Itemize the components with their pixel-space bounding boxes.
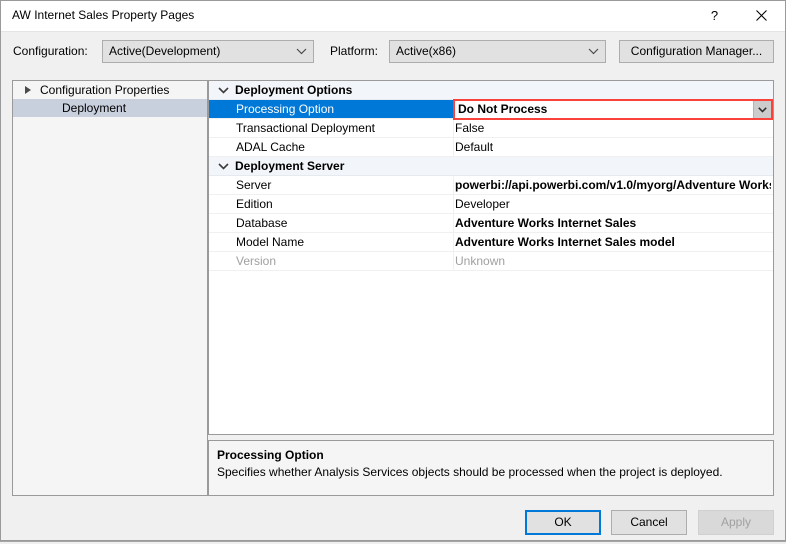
property-name: Model Name <box>236 235 305 249</box>
description-body: Specifies whether Analysis Services obje… <box>217 465 723 479</box>
property-pages-dialog: AW Internet Sales Property Pages ? Confi… <box>0 0 786 541</box>
help-button[interactable]: ? <box>692 1 737 30</box>
configuration-manager-button[interactable]: Configuration Manager... <box>619 40 774 63</box>
tree-root-label: Configuration Properties <box>40 83 170 97</box>
property-value: powerbi://api.powerbi.com/v1.0/myorg/Adv… <box>455 178 771 192</box>
dropdown-button[interactable] <box>753 101 771 118</box>
configuration-bar: Configuration: Active(Development) Platf… <box>1 32 785 70</box>
property-category-row[interactable]: Deployment Server <box>209 157 773 176</box>
tree-item-deployment[interactable]: Deployment <box>13 99 207 117</box>
platform-label: Platform: <box>330 44 379 58</box>
property-row[interactable]: Model Name Adventure Works Internet Sales… <box>209 233 773 252</box>
property-name: Version <box>236 254 277 268</box>
property-name: Database <box>236 216 288 230</box>
property-row[interactable]: ADAL Cache Default <box>209 138 773 157</box>
property-name: Transactional Deployment <box>236 121 375 135</box>
title-bar: AW Internet Sales Property Pages ? <box>1 1 785 32</box>
property-row[interactable]: Server powerbi://api.powerbi.com/v1.0/myo… <box>209 176 773 195</box>
property-category-label: Deployment Options <box>235 83 353 97</box>
property-row[interactable]: Processing Option Do Not Process <box>209 99 773 120</box>
property-name: Edition <box>236 197 273 211</box>
property-grid-rows: Deployment Options Processing Option Do No… <box>209 81 773 271</box>
dialog-title: AW Internet Sales Property Pages <box>12 8 195 22</box>
property-description-panel: Processing Option Specifies whether Anal… <box>208 440 774 496</box>
ok-button[interactable]: OK <box>525 510 601 535</box>
tree-item-configuration-properties[interactable]: Configuration Properties <box>13 81 207 99</box>
property-row[interactable]: Transactional Deployment False <box>209 119 773 138</box>
configuration-tree: Configuration Properties Deployment <box>12 80 208 496</box>
column-separator <box>453 195 454 213</box>
screenshot-root: AW Internet Sales Property Pages ? Confi… <box>0 0 786 544</box>
property-grid[interactable]: Deployment Options Processing Option Do No… <box>208 80 774 435</box>
chevron-down-icon <box>758 106 767 113</box>
triangle-expanded-icon <box>25 86 31 94</box>
property-value: Adventure Works Internet Sales <box>455 216 637 230</box>
chevron-down-icon[interactable] <box>218 81 229 99</box>
property-row[interactable]: Edition Developer <box>209 195 773 214</box>
property-row[interactable]: Database Adventure Works Internet Sales <box>209 214 773 233</box>
property-value: Adventure Works Internet Sales model <box>455 235 675 249</box>
close-button[interactable] <box>739 1 784 30</box>
chevron-down-icon <box>296 41 307 62</box>
column-separator <box>453 214 454 232</box>
property-category-row[interactable]: Deployment Options <box>209 81 773 100</box>
property-value: Developer <box>455 197 510 211</box>
tree-child-label: Deployment <box>62 101 127 115</box>
property-name: ADAL Cache <box>236 140 305 154</box>
chevron-down-icon[interactable] <box>218 157 229 175</box>
property-name: Server <box>236 178 272 192</box>
configuration-label: Configuration: <box>13 44 88 58</box>
configuration-dropdown-value: Active(Development) <box>109 44 221 58</box>
property-category-label: Deployment Server <box>235 159 345 173</box>
property-value: False <box>455 121 485 135</box>
platform-dropdown[interactable]: Active(x86) <box>389 40 606 63</box>
description-title: Processing Option <box>217 448 324 462</box>
property-name: Processing Option <box>236 102 335 116</box>
column-separator <box>453 119 454 137</box>
question-mark-icon: ? <box>710 8 719 23</box>
property-value-editor[interactable]: Do Not Process <box>453 99 773 120</box>
column-separator <box>453 233 454 251</box>
platform-dropdown-value: Active(x86) <box>396 44 457 58</box>
property-value: Unknown <box>455 254 506 268</box>
chevron-down-icon <box>588 41 599 62</box>
column-separator <box>453 176 454 194</box>
property-value: Default <box>455 140 494 154</box>
property-value: Do Not Process <box>458 102 548 116</box>
column-separator <box>453 252 454 270</box>
configuration-dropdown[interactable]: Active(Development) <box>102 40 314 63</box>
close-icon <box>756 10 767 21</box>
column-separator <box>453 138 454 156</box>
property-row[interactable]: Version Unknown <box>209 252 773 271</box>
apply-button: Apply <box>698 510 774 535</box>
cancel-button[interactable]: Cancel <box>611 510 687 535</box>
